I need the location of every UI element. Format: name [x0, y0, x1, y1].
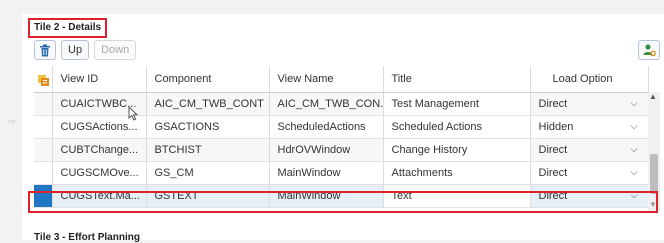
mouse-cursor-icon — [128, 106, 138, 121]
table-row[interactable]: CUGSCMOve... GS_CM MainWindow Attachment… — [34, 161, 649, 185]
delete-button[interactable] — [34, 40, 56, 60]
scroll-up-icon[interactable]: ▲ — [649, 92, 657, 101]
select-all-cell[interactable] — [34, 66, 53, 93]
title-input[interactable]: Test Management — [383, 92, 531, 116]
component-cell: GSACTIONS — [146, 115, 270, 139]
view-name-cell: AIC_CM_TWB_CON... — [269, 92, 384, 116]
title-input[interactable]: Change History — [383, 138, 531, 162]
load-option-value: Direct — [538, 166, 568, 179]
table-row[interactable]: CUGSActions... GSACTIONS ScheduledAction… — [34, 115, 649, 139]
load-option-value: Hidden — [538, 120, 574, 133]
scroll-down-icon[interactable]: ▼ — [649, 200, 657, 209]
column-header-view-id[interactable]: View ID — [52, 66, 147, 93]
trash-icon — [40, 44, 50, 56]
collapse-arrow-icon[interactable]: ⇨ — [8, 116, 16, 127]
component-cell: BTCHIST — [146, 138, 270, 162]
select-all-icon — [38, 75, 49, 87]
scroll-thumb[interactable] — [650, 154, 658, 194]
view-name-cell: ScheduledActions — [269, 115, 384, 139]
row-selector[interactable] — [34, 92, 53, 116]
load-option-select[interactable]: Direct ⌵ — [530, 92, 649, 116]
vertical-scrollbar[interactable]: ▲ ▼ — [648, 92, 660, 212]
title-input[interactable]: Scheduled Actions — [383, 115, 531, 139]
component-cell: GS_CM — [146, 161, 270, 185]
load-option-select[interactable]: Hidden ⌵ — [530, 115, 649, 139]
title-input[interactable]: Attachments — [383, 161, 531, 185]
view-name-cell: MainWindow — [269, 184, 384, 208]
chevron-down-icon[interactable]: ⌵ — [631, 190, 638, 201]
load-option-value: Direct — [538, 97, 568, 110]
column-header-title[interactable]: Title — [383, 66, 531, 93]
view-name-cell: MainWindow — [269, 161, 384, 185]
title-input[interactable]: Text — [383, 184, 531, 208]
table-row-selected[interactable]: CUGSText.Ma... GSTEXT MainWindow Text Di… — [34, 184, 649, 208]
load-option-select[interactable]: Direct ⌵ — [530, 161, 649, 185]
view-id-cell: CUBTChange... — [52, 138, 147, 162]
person-settings-icon — [643, 44, 656, 57]
column-header-load-option[interactable]: Load Option — [530, 66, 649, 93]
row-selector[interactable] — [34, 115, 53, 139]
chevron-down-icon[interactable]: ⌵ — [631, 144, 638, 155]
load-option-select[interactable]: Direct ⌵ — [530, 184, 649, 208]
chevron-down-icon[interactable]: ⌵ — [631, 121, 638, 132]
component-cell: GSTEXT — [146, 184, 270, 208]
row-selector[interactable] — [34, 161, 53, 185]
down-button[interactable]: Down — [94, 40, 137, 60]
view-name-cell: HdrOVWindow — [269, 138, 384, 162]
personalize-button[interactable] — [638, 40, 660, 60]
load-option-value: Direct — [538, 189, 568, 202]
component-cell: AIC_CM_TWB_CONT — [146, 92, 270, 116]
table-toolbar: Up Down — [34, 38, 137, 62]
chevron-down-icon[interactable]: ⌵ — [631, 167, 638, 178]
row-selector[interactable] — [34, 138, 53, 162]
tile-title: Tile 2 - Details — [28, 18, 108, 38]
table-header-row: View ID Component View Name Title Load O… — [34, 66, 649, 93]
load-option-value: Direct — [538, 143, 568, 156]
load-option-select[interactable]: Direct ⌵ — [530, 138, 649, 162]
column-header-view-name[interactable]: View Name — [269, 66, 384, 93]
view-id-cell: CUGSText.Ma... — [52, 184, 147, 208]
next-tile-title: Tile 3 - Effort Planning — [34, 232, 140, 243]
column-header-component[interactable]: Component — [146, 66, 270, 93]
chevron-down-icon[interactable]: ⌵ — [631, 98, 638, 109]
table-row[interactable]: CUAICTWBC... AIC_CM_TWB_CONT AIC_CM_TWB_… — [34, 92, 649, 116]
details-table: View ID Component View Name Title Load O… — [34, 66, 649, 208]
view-id-cell: CUGSCMOve... — [52, 161, 147, 185]
up-button[interactable]: Up — [61, 40, 90, 60]
table-row[interactable]: CUBTChange... BTCHIST HdrOVWindow Change… — [34, 138, 649, 162]
row-selector-selected[interactable] — [34, 184, 53, 208]
